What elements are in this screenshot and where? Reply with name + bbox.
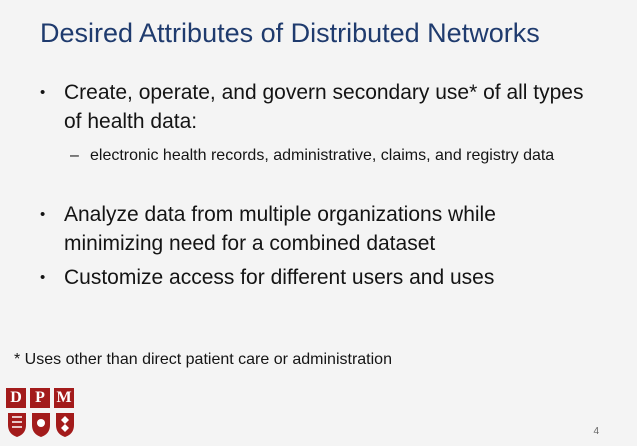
- bullet-item: • Create, operate, and govern secondary …: [40, 78, 600, 136]
- bullet-text: Customize access for different users and…: [64, 266, 495, 289]
- footnote: * Uses other than direct patient care or…: [14, 351, 392, 368]
- slide: Desired Attributes of Distributed Networ…: [0, 0, 637, 446]
- shield-icon: [8, 413, 74, 437]
- bullet-item: • Analyze data from multiple organizatio…: [40, 200, 600, 258]
- logo-letters: D P M: [6, 388, 78, 408]
- logo-letter: P: [30, 388, 50, 408]
- sub-bullet-marker: –: [70, 147, 79, 164]
- slide-title: Desired Attributes of Distributed Networ…: [40, 18, 540, 48]
- bullet-text: Analyze data from multiple organizations…: [64, 203, 496, 255]
- logo-letter: M: [54, 388, 74, 408]
- bullet-marker: •: [40, 84, 46, 101]
- sub-bullet-text: electronic health records, administrativ…: [90, 147, 555, 164]
- sub-bullet-item: – electronic health records, administrat…: [70, 145, 620, 167]
- bullet-text: Create, operate, and govern secondary us…: [64, 81, 584, 133]
- bullet-marker: •: [40, 206, 46, 223]
- bullet-item: • Customize access for different users a…: [40, 263, 600, 292]
- dpm-logo-icon: D P M: [6, 388, 78, 442]
- logo-letter: D: [6, 388, 26, 408]
- page-number: 4: [593, 426, 599, 437]
- bullet-marker: •: [40, 269, 46, 286]
